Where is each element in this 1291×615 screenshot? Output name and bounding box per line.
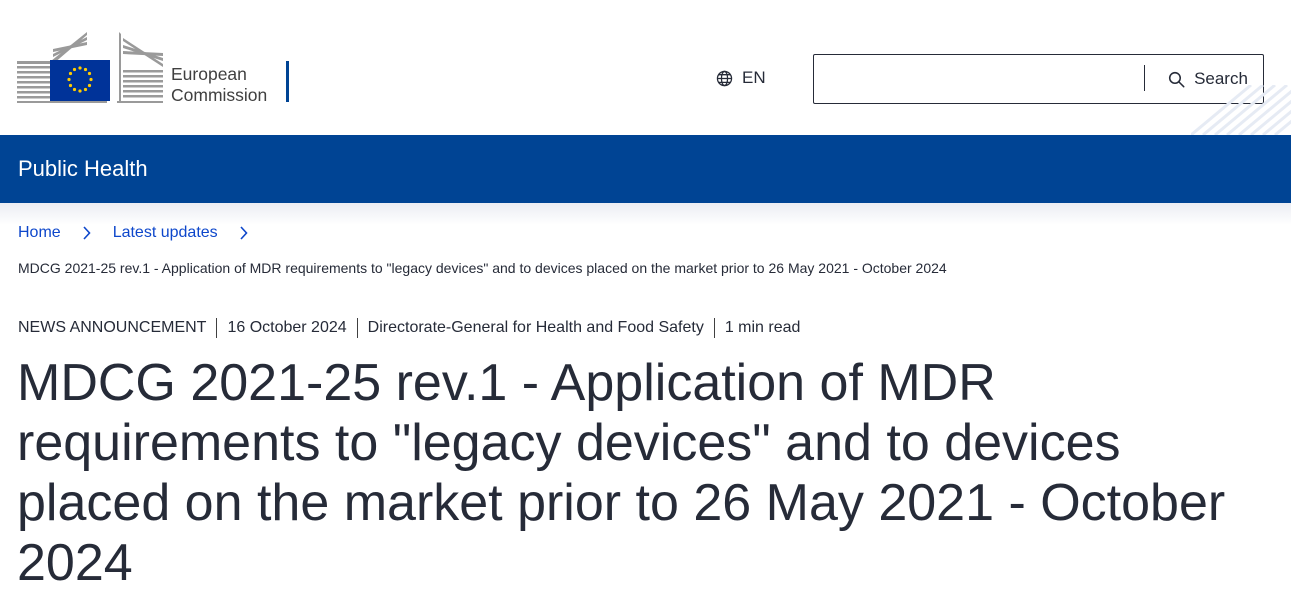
page-meta: NEWS ANNOUNCEMENT 16 October 2024 Direct… xyxy=(18,318,800,338)
header-decoration xyxy=(1191,85,1291,135)
page-title: MDCG 2021-25 rev.1 - Application of MDR … xyxy=(17,354,1226,592)
logo-wordmark: European Commission xyxy=(171,64,267,106)
chevron-right-icon xyxy=(61,226,113,240)
chevron-right-icon xyxy=(218,226,270,240)
meta-content-type: NEWS ANNOUNCEMENT xyxy=(18,319,207,336)
eu-flag xyxy=(50,60,110,101)
meta-read-time: 1 min read xyxy=(724,319,801,336)
logo-line-2: Commission xyxy=(171,85,268,105)
meta-date: 16 October 2024 xyxy=(227,319,347,336)
breadcrumb: Home Latest updates xyxy=(18,223,270,243)
meta-divider xyxy=(216,318,218,338)
site-name-link[interactable]: Public Health xyxy=(18,157,148,181)
breadcrumb-latest-updates[interactable]: Latest updates xyxy=(113,223,218,243)
site-header: European Commission EN Search xyxy=(0,0,1291,135)
logo-divider xyxy=(286,61,289,102)
search-icon xyxy=(1168,71,1185,87)
language-selector[interactable]: EN xyxy=(716,66,766,90)
site-name-bar: Public Health xyxy=(0,135,1291,203)
meta-divider xyxy=(356,318,358,338)
meta-author: Directorate-General for Health and Food … xyxy=(367,319,704,336)
meta-divider xyxy=(713,318,715,338)
language-label: EN xyxy=(742,68,766,87)
logo-line-1: European xyxy=(171,64,247,84)
search-input[interactable] xyxy=(815,56,1144,102)
search-divider xyxy=(1144,65,1145,91)
breadcrumb-current-page: MDCG 2021-25 rev.1 - Application of MDR … xyxy=(18,260,947,276)
globe-icon xyxy=(716,70,733,86)
page-header-background xyxy=(0,203,1291,293)
breadcrumb-home[interactable]: Home xyxy=(18,223,61,243)
